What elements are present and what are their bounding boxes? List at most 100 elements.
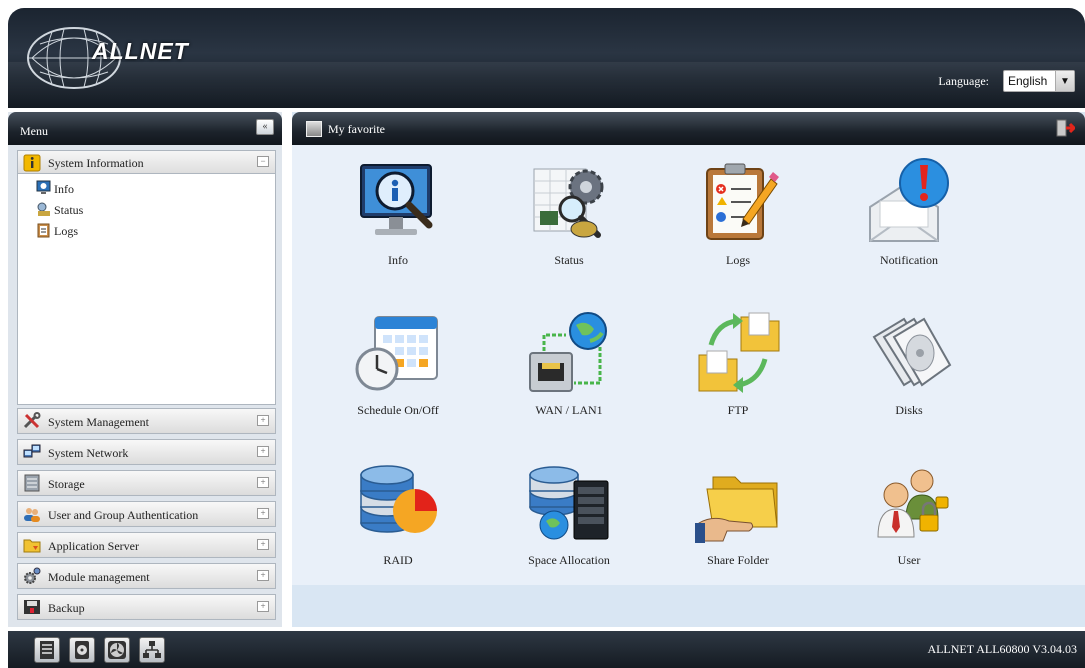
tile-label: RAID (383, 553, 413, 567)
menu-header: Menu « (8, 112, 282, 145)
user-lock-icon (877, 469, 949, 538)
tile-user[interactable]: User (839, 457, 979, 568)
expand-section-button[interactable]: + (257, 446, 269, 457)
expand-section-button[interactable]: + (257, 508, 269, 519)
collapse-menu-button[interactable]: « (256, 119, 274, 135)
network-icon (23, 444, 41, 458)
tree-item-label: Info (54, 182, 74, 196)
favorites-title: My favorite (328, 122, 385, 136)
system-information-tree: Info Status Logs (17, 174, 276, 405)
backup-icon (24, 600, 40, 614)
brand-name: ALLNET (92, 38, 189, 64)
tile-raid[interactable]: RAID (328, 457, 468, 568)
favorites-grid: Info Status Logs Notification Schedule O… (292, 145, 1085, 585)
expand-section-button[interactable]: + (257, 477, 269, 488)
users-icon (24, 508, 40, 522)
tile-label: Schedule On/Off (357, 403, 439, 417)
tile-info[interactable]: Info (328, 157, 468, 268)
tile-ftp[interactable]: FTP (668, 307, 808, 418)
tile-wan-lan[interactable]: WAN / LAN1 (499, 307, 639, 418)
tile-label: Logs (726, 253, 750, 267)
section-label: User and Group Authentication (48, 508, 199, 522)
storage-icon (24, 474, 40, 492)
section-system-network[interactable]: System Network + (17, 439, 276, 465)
tile-label: FTP (727, 403, 749, 417)
tile-label: Status (554, 253, 584, 267)
section-label: System Network (48, 446, 129, 460)
language-select[interactable]: English ▼ (1003, 70, 1075, 92)
server-icon (40, 641, 54, 659)
monitor-info-icon (360, 164, 433, 235)
folder-sync-icon (698, 312, 780, 393)
section-storage[interactable]: Storage + (17, 470, 276, 496)
tile-space-allocation[interactable]: Space Allocation (499, 457, 639, 568)
section-label: Module management (48, 570, 150, 584)
ethernet-globe-icon (529, 312, 607, 392)
section-user-group-authentication[interactable]: User and Group Authentication + (17, 501, 276, 527)
tile-schedule[interactable]: Schedule On/Off (328, 307, 468, 418)
logout-icon[interactable] (1055, 118, 1075, 138)
expand-section-button[interactable]: + (257, 415, 269, 426)
chevron-down-icon: ▼ (1055, 71, 1074, 91)
logs-icon (37, 223, 50, 238)
tile-label: Info (388, 253, 408, 267)
tile-label: WAN / LAN1 (535, 403, 603, 417)
tile-label: Disks (895, 403, 923, 417)
tile-label: User (897, 553, 921, 567)
expand-section-button[interactable]: + (257, 601, 269, 612)
fan-button[interactable] (104, 637, 130, 663)
expand-section-button[interactable]: + (257, 539, 269, 550)
language-select-value: English (1008, 74, 1048, 88)
tile-logs[interactable]: Logs (668, 157, 808, 268)
envelope-alert-icon (869, 158, 949, 242)
disks-icon (872, 317, 952, 387)
firmware-version: ALLNET ALL60800 V3.04.03 (927, 642, 1077, 656)
monitor-info-icon (36, 180, 51, 194)
gears-icon (24, 567, 41, 584)
section-label: System Management (48, 415, 149, 429)
server-button[interactable] (34, 637, 60, 663)
share-folder-icon (695, 476, 778, 543)
tools-icon (23, 412, 41, 429)
network-tree-icon (143, 641, 161, 658)
tree-item-label: Logs (54, 224, 78, 238)
section-backup[interactable]: Backup + (17, 594, 276, 620)
menu-title: Menu (20, 124, 48, 138)
menu-panel: Menu « System Information − Info Status (8, 112, 282, 627)
fan-icon (108, 641, 126, 659)
favorites-header: My favorite (292, 112, 1085, 145)
status-magnifier-icon (533, 168, 604, 238)
clipboard-logs-icon (706, 163, 779, 240)
disk-icon (75, 641, 89, 659)
status-icon (37, 202, 50, 216)
section-label: Backup (48, 601, 85, 615)
network-button[interactable] (139, 637, 165, 663)
section-application-server[interactable]: Application Server + (17, 532, 276, 558)
tile-status[interactable]: Status (499, 157, 639, 268)
section-module-management[interactable]: Module management + (17, 563, 276, 589)
tile-disks[interactable]: Disks (839, 307, 979, 418)
expand-section-button[interactable]: + (257, 570, 269, 581)
tile-label: Share Folder (707, 553, 769, 567)
favorite-icon (306, 121, 322, 137)
section-label: Storage (48, 477, 85, 491)
favorites-panel: My favorite Info Status Logs Notificatio… (292, 112, 1085, 627)
tile-notification[interactable]: Notification (839, 157, 979, 268)
collapse-section-button[interactable]: − (257, 156, 269, 167)
tile-label: Notification (880, 253, 938, 267)
language-label: Language: (938, 74, 989, 88)
tile-share-folder[interactable]: Share Folder (668, 457, 808, 568)
database-server-icon (529, 466, 609, 540)
header-bar: ALLNET Language: English ▼ (8, 8, 1085, 108)
disk-button[interactable] (69, 637, 95, 663)
tree-item-label: Status (54, 203, 84, 217)
calendar-clock-icon (355, 316, 438, 391)
tile-label: Space Allocation (528, 553, 610, 567)
section-system-management[interactable]: System Management + (17, 408, 276, 434)
section-label: Application Server (48, 539, 139, 553)
info-icon (23, 154, 41, 172)
database-pie-icon (360, 465, 437, 533)
section-system-information[interactable]: System Information − (17, 150, 276, 174)
folder-icon (23, 539, 41, 553)
footer-bar: ALLNET ALL60800 V3.04.03 (8, 631, 1085, 668)
